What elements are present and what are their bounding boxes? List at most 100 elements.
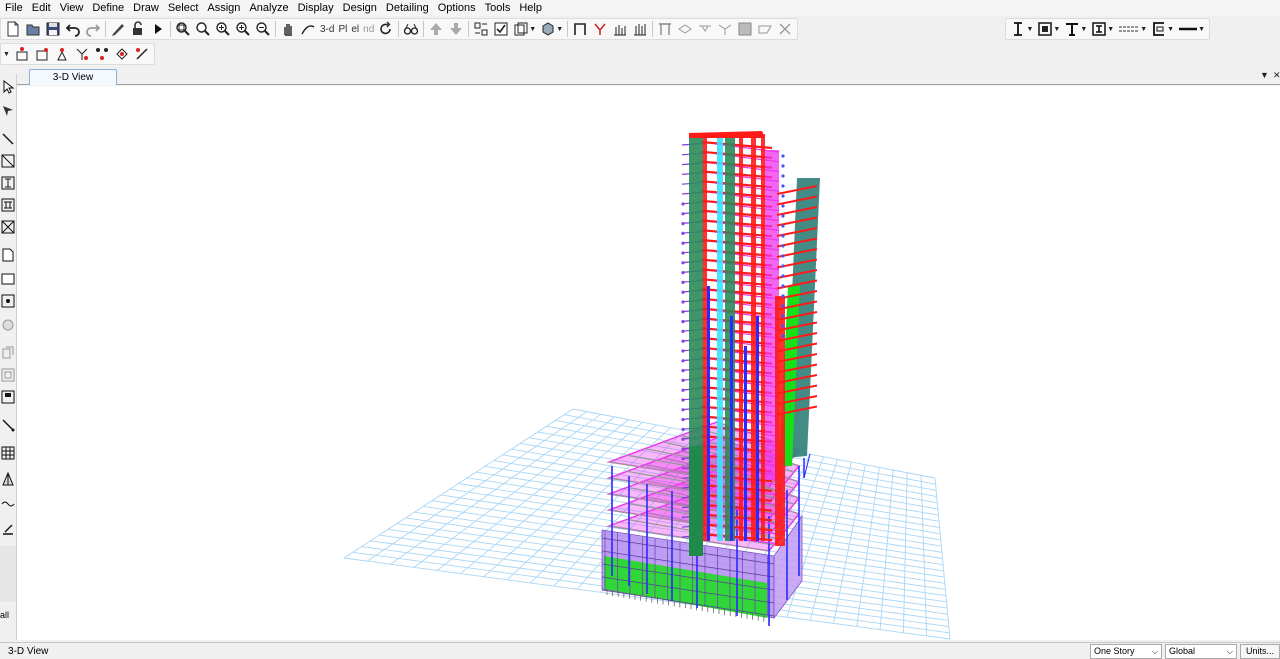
story-select[interactable]: One Story ⌵ xyxy=(1089,643,1162,659)
chevron-down-icon[interactable]: ▼ xyxy=(3,51,10,58)
joint-icon[interactable] xyxy=(92,44,112,64)
draw-beam-icon[interactable] xyxy=(0,196,16,214)
restraint-icon[interactable] xyxy=(32,44,52,64)
run-icon[interactable] xyxy=(148,19,168,39)
open-icon[interactable] xyxy=(23,19,43,39)
draw-opening-icon[interactable] xyxy=(0,292,16,310)
brace-icon[interactable] xyxy=(1116,19,1142,39)
view-3d-button[interactable]: 3-d xyxy=(318,24,336,35)
pointer-icon[interactable] xyxy=(0,78,16,96)
plan-view-button[interactable]: Pl xyxy=(336,24,349,35)
draw-dimension-icon[interactable] xyxy=(0,416,16,434)
objects-icon[interactable] xyxy=(511,19,531,39)
pencil-icon[interactable] xyxy=(108,19,128,39)
column-section-icon[interactable] xyxy=(1008,19,1028,39)
move-up-icon[interactable] xyxy=(426,19,446,39)
chevron-down-icon[interactable]: ▼ xyxy=(529,26,536,33)
chevron-down-icon[interactable]: ▼ xyxy=(1167,26,1174,33)
menu-tools[interactable]: Tools xyxy=(483,0,518,16)
section-cut-icon[interactable] xyxy=(755,19,775,39)
slab-icon[interactable] xyxy=(675,19,695,39)
zoom-in-step-icon[interactable] xyxy=(233,19,253,39)
draw-tendon-icon[interactable] xyxy=(0,470,16,488)
check-icon[interactable] xyxy=(491,19,511,39)
stairs-icon[interactable] xyxy=(630,19,650,39)
draw-brace-icon[interactable] xyxy=(0,152,16,170)
rubber-band-icon[interactable] xyxy=(298,19,318,39)
draw-wall-icon[interactable] xyxy=(0,344,16,362)
mass-icon[interactable] xyxy=(72,44,92,64)
zoom-window-icon[interactable] xyxy=(173,19,193,39)
lock-icon[interactable] xyxy=(128,19,148,39)
zoom-in-icon[interactable] xyxy=(213,19,233,39)
coordinate-system-select[interactable]: Global ⌵ xyxy=(1164,643,1237,659)
menu-draw[interactable]: Draw xyxy=(131,0,166,16)
spring-icon[interactable] xyxy=(52,44,72,64)
menu-detailing[interactable]: Detailing xyxy=(384,0,436,16)
chevron-down-icon[interactable]: ▼ xyxy=(1053,26,1060,33)
wall-section-icon[interactable] xyxy=(1035,19,1055,39)
pan-icon[interactable] xyxy=(278,19,298,39)
model-3d-canvas[interactable] xyxy=(17,86,1280,640)
menu-select[interactable]: Select xyxy=(166,0,206,16)
menu-display[interactable]: Display xyxy=(296,0,341,16)
menu-analyze[interactable]: Analyze xyxy=(247,0,295,16)
draw-secondary-icon[interactable] xyxy=(0,218,16,236)
i-section-icon[interactable] xyxy=(1089,19,1109,39)
beam-icon[interactable] xyxy=(655,19,675,39)
chevron-down-icon[interactable]: ▼ xyxy=(1026,26,1033,33)
menu-file[interactable]: File xyxy=(3,0,30,16)
draw-point-icon[interactable] xyxy=(0,316,16,334)
select-all-label[interactable]: all xyxy=(0,610,16,620)
menu-define[interactable]: Define xyxy=(90,0,131,16)
draw-pier-icon[interactable] xyxy=(0,388,16,406)
beam-section-icon[interactable] xyxy=(1062,19,1082,39)
redo-icon[interactable] xyxy=(83,19,103,39)
draw-wall-stack-icon[interactable] xyxy=(0,366,16,384)
rotate-icon[interactable] xyxy=(376,19,396,39)
link-support-icon[interactable] xyxy=(132,44,152,64)
save-icon[interactable] xyxy=(43,19,63,39)
tab-3d-view[interactable]: 3-D View xyxy=(29,69,117,85)
crossing-icon[interactable] xyxy=(775,19,795,39)
line-style-icon[interactable] xyxy=(1176,19,1200,39)
undo-icon[interactable] xyxy=(63,19,83,39)
wall-icon[interactable] xyxy=(695,19,715,39)
point-load-icon[interactable] xyxy=(12,44,32,64)
reshape-icon[interactable] xyxy=(0,102,16,120)
bars-icon[interactable] xyxy=(610,19,630,39)
units-button[interactable]: Units... xyxy=(1239,643,1280,659)
zoom-out-icon[interactable] xyxy=(253,19,273,39)
chevron-down-icon[interactable]: ▼ xyxy=(556,26,563,33)
shrink-icon[interactable] xyxy=(538,19,558,39)
frame-icon[interactable] xyxy=(570,19,590,39)
chevron-down-icon[interactable]: ▼ xyxy=(1107,26,1114,33)
chevron-down-icon[interactable]: ▼ xyxy=(1080,26,1087,33)
model-viewport[interactable] xyxy=(17,86,1280,640)
channel-icon[interactable] xyxy=(1149,19,1169,39)
menu-edit[interactable]: Edit xyxy=(30,0,58,16)
tab-list-chevron-icon[interactable]: ▼ xyxy=(1260,70,1269,80)
link-icon[interactable] xyxy=(590,19,610,39)
move-down-icon[interactable] xyxy=(446,19,466,39)
draw-floor-icon[interactable] xyxy=(0,246,16,264)
menu-assign[interactable]: Assign xyxy=(205,0,247,16)
draw-spring-icon[interactable] xyxy=(0,494,16,512)
menu-options[interactable]: Options xyxy=(436,0,483,16)
chevron-down-icon[interactable]: ▼ xyxy=(1198,26,1205,33)
wall-stack-icon[interactable] xyxy=(715,19,735,39)
opening-icon[interactable] xyxy=(735,19,755,39)
set-elements-icon[interactable] xyxy=(471,19,491,39)
nd-view-button[interactable]: nd xyxy=(361,24,376,35)
menu-design[interactable]: Design xyxy=(341,0,384,16)
draw-line-icon[interactable] xyxy=(0,130,16,148)
menu-view[interactable]: View xyxy=(58,0,91,16)
menu-help[interactable]: Help xyxy=(517,0,549,16)
chevron-down-icon[interactable]: ▼ xyxy=(1140,26,1147,33)
draw-rect-icon[interactable] xyxy=(0,270,16,288)
diaphragm-icon[interactable] xyxy=(112,44,132,64)
draw-ref-line-icon[interactable] xyxy=(0,520,16,538)
glasses-icon[interactable] xyxy=(401,19,421,39)
elevation-view-button[interactable]: el xyxy=(349,24,361,35)
close-icon[interactable]: ✕ xyxy=(1273,70,1280,81)
